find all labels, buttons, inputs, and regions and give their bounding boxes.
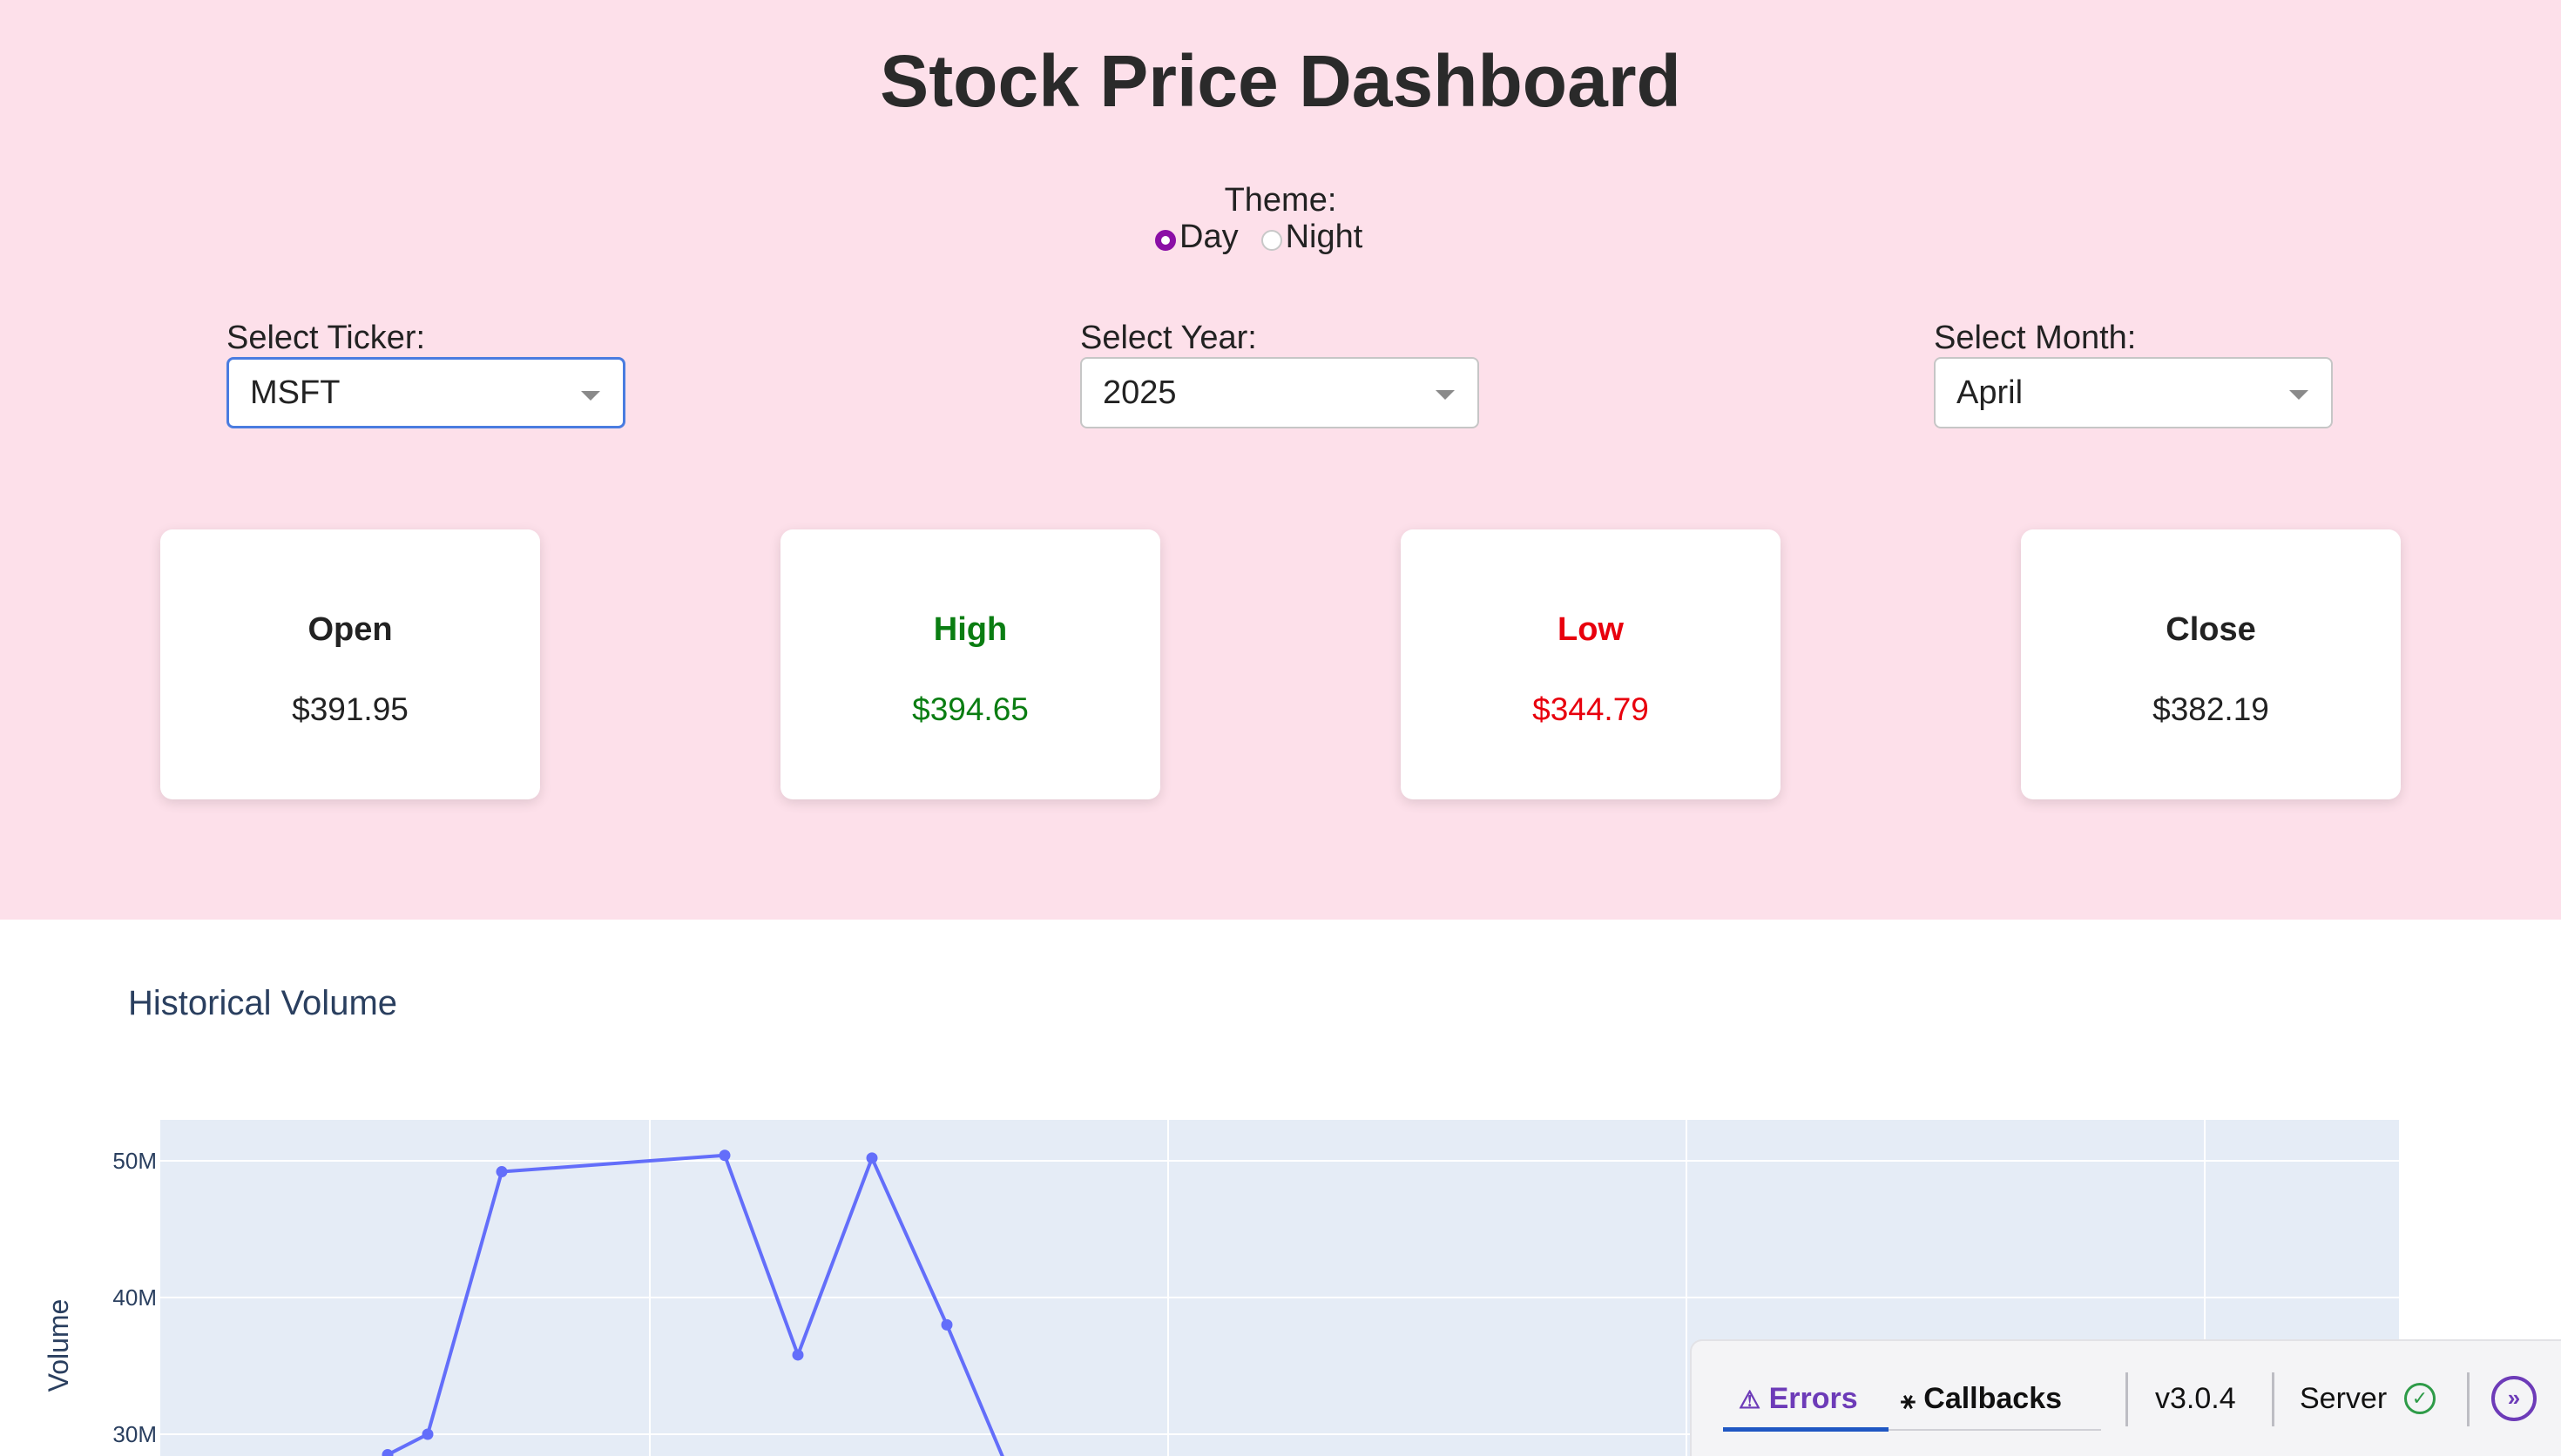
warning-triangle-icon: ⚠ (1739, 1386, 1761, 1413)
double-chevron-right-icon[interactable]: » (2491, 1376, 2537, 1421)
errors-tab-label[interactable]: Errors (1769, 1382, 1858, 1415)
volume-data-point (719, 1149, 731, 1162)
separator (2467, 1372, 2470, 1426)
tab-divider-line (1889, 1429, 2101, 1431)
volume-data-point (422, 1428, 434, 1440)
theme-option-day-label[interactable]: Day (1179, 219, 1239, 256)
y-tick-label: 30M (112, 1421, 157, 1447)
close-price-card: Close $382.19 (2021, 529, 2401, 799)
y-axis-label: Volume (43, 1299, 74, 1392)
radio-unselected-icon[interactable] (1260, 230, 1282, 251)
volume-data-point (941, 1318, 953, 1331)
dash-devtools-bar: ⚠ Errors ⚹ Callbacks v3.0.4 Server ✓ » (1690, 1339, 2561, 1456)
dashboard-header-panel: Stock Price Dashboard Theme: Day Night S… (0, 0, 2561, 920)
year-select-label: Select Year: (1080, 320, 1257, 356)
radio-selected-icon[interactable] (1155, 230, 1176, 251)
month-select[interactable]: April (1934, 357, 2333, 428)
open-value: $391.95 (292, 691, 409, 727)
check-circle-icon: ✓ (2404, 1383, 2436, 1414)
low-price-card: Low $344.79 (1401, 529, 1781, 799)
chevron-down-icon[interactable] (581, 391, 600, 401)
separator (2272, 1372, 2274, 1426)
chevron-down-icon[interactable] (1436, 390, 1455, 400)
network-nodes-icon: ⚹ (1901, 1386, 1916, 1413)
y-tick-label: 40M (112, 1284, 157, 1311)
theme-radio-group: Day Night (1155, 216, 1385, 258)
low-value: $344.79 (1532, 691, 1649, 727)
callbacks-tab-label[interactable]: Callbacks (1923, 1382, 2062, 1415)
volume-data-point (866, 1152, 878, 1164)
year-select-value[interactable]: 2025 (1103, 374, 1177, 411)
ticker-select-value[interactable]: MSFT (250, 374, 340, 411)
month-select-label: Select Month: (1934, 320, 2137, 356)
open-price-card: Open $391.95 (160, 529, 540, 799)
chevron-down-icon[interactable] (2289, 390, 2308, 400)
high-label: High (933, 611, 1008, 648)
month-select-value[interactable]: April (1956, 374, 2023, 411)
active-tab-underline (1723, 1427, 1889, 1432)
errors-tab[interactable]: ⚠ Errors (1739, 1381, 1858, 1418)
theme-option-night-label[interactable]: Night (1286, 219, 1363, 256)
year-select[interactable]: 2025 (1080, 357, 1479, 428)
page-title: Stock Price Dashboard (880, 40, 1681, 122)
theme-option-day[interactable]: Day (1155, 219, 1239, 256)
theme-option-night[interactable]: Night (1260, 219, 1363, 256)
close-label: Close (2166, 611, 2256, 648)
high-price-card: High $394.65 (780, 529, 1160, 799)
ticker-select-label: Select Ticker: (226, 320, 426, 356)
low-label: Low (1558, 611, 1624, 648)
theme-label: Theme: (1224, 182, 1337, 219)
open-label: Open (307, 611, 393, 648)
separator (2125, 1372, 2128, 1426)
version-label: v3.0.4 (2155, 1382, 2236, 1415)
y-tick-label: 50M (112, 1148, 157, 1174)
volume-data-point (496, 1166, 508, 1178)
close-value: $382.19 (2152, 691, 2269, 727)
server-label: Server (2300, 1382, 2388, 1415)
callbacks-tab[interactable]: ⚹ Callbacks (1901, 1381, 2062, 1418)
high-value: $394.65 (912, 691, 1029, 727)
ticker-select[interactable]: MSFT (226, 357, 625, 428)
volume-data-point (792, 1349, 804, 1361)
